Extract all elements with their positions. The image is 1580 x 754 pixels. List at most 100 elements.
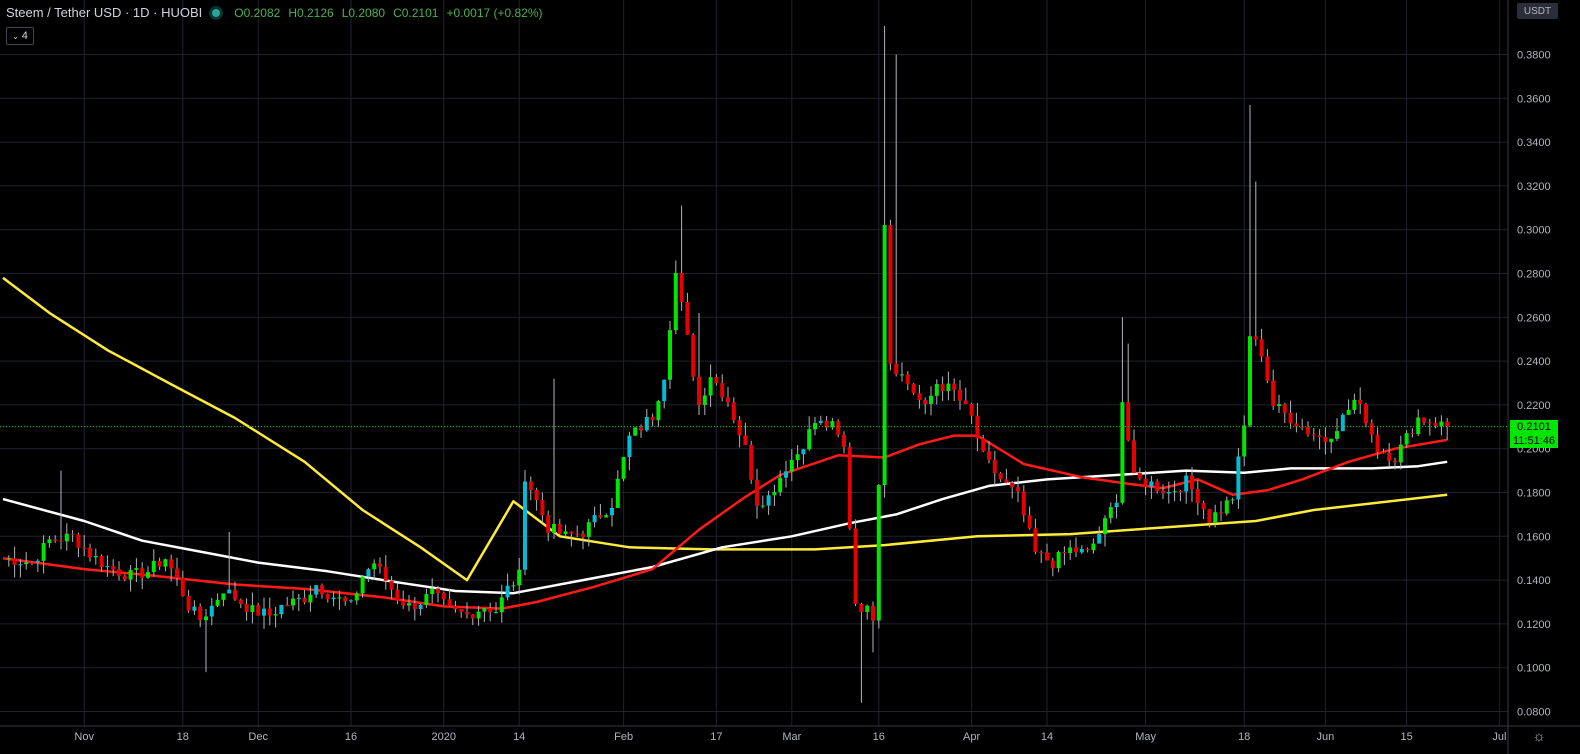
candle-up — [517, 569, 522, 586]
candle-down — [320, 585, 324, 595]
close-label: C — [393, 5, 402, 20]
candle-down — [470, 614, 475, 619]
candle-up — [18, 564, 23, 566]
candle-down — [575, 533, 580, 535]
candle-down — [1137, 472, 1142, 479]
candle-up — [105, 566, 110, 568]
symbol-title[interactable]: Steem / Tether USD · 1D · HUOBI — [6, 5, 202, 20]
candle-up — [708, 377, 713, 396]
time-tick-label: Mar — [782, 731, 801, 743]
candle-down — [1016, 487, 1020, 492]
candle-down — [1062, 551, 1067, 554]
candle-up — [1079, 549, 1084, 553]
candle-up — [134, 568, 139, 570]
candle-down — [546, 515, 551, 533]
candle-down — [412, 603, 417, 610]
candle-down — [737, 420, 742, 436]
candle-down — [436, 588, 440, 593]
candle-up — [586, 522, 591, 537]
indicators-toggle-button[interactable]: ⌄ 4 — [6, 27, 34, 45]
time-axis[interactable]: Nov 18 Dec 16 2020 14 Feb 17 Mar 16 Apr 14 May 18 Jun 1… — [0, 725, 1580, 743]
price-tick-label: 0.3600 — [1517, 93, 1551, 105]
candle-down — [99, 555, 104, 568]
candle-down — [743, 435, 748, 445]
price-tick-label: 0.1000 — [1517, 663, 1551, 675]
candle-up — [807, 429, 812, 450]
candle-up — [64, 533, 69, 542]
candle-down — [1190, 475, 1194, 490]
candle-down — [169, 559, 174, 569]
candle-up — [668, 330, 672, 380]
candle-down — [987, 451, 991, 460]
currency-button[interactable]: USDT — [1517, 3, 1558, 19]
candle-up — [296, 597, 301, 599]
candle-down — [639, 427, 643, 431]
candle-up — [900, 374, 904, 376]
candle-down — [1132, 440, 1136, 473]
candle-up — [1149, 481, 1154, 487]
time-tick-label: 16 — [345, 731, 357, 743]
candle-down — [453, 606, 458, 609]
candle-up — [1277, 404, 1281, 406]
candle-up — [929, 395, 933, 404]
candle-down — [1259, 339, 1264, 357]
candle-up — [656, 401, 661, 421]
candle-down — [1050, 560, 1055, 569]
candle-down — [76, 534, 81, 548]
candle-up — [151, 560, 156, 573]
candle-down — [871, 605, 875, 621]
candle-down — [726, 397, 730, 403]
candle-down — [888, 225, 893, 364]
candle-up — [1242, 425, 1247, 457]
change-value: +0.0017 (+0.82%) — [446, 5, 543, 20]
candle-down — [958, 389, 962, 401]
candle-down — [992, 459, 997, 474]
open-value: 0.2082 — [243, 5, 281, 20]
candle-down — [1126, 402, 1131, 441]
gear-icon[interactable]: ☼ — [1531, 729, 1547, 745]
price-axis[interactable]: 0.08000.10000.12000.14000.16000.18000.20… — [1507, 0, 1551, 754]
candle-up — [778, 477, 783, 493]
candle-up — [673, 273, 678, 331]
candle-up — [865, 605, 870, 612]
candle-down — [459, 608, 464, 612]
price-tick-label: 0.1600 — [1517, 531, 1551, 543]
candle-up — [163, 559, 168, 567]
candle-down — [1143, 478, 1148, 487]
candle-down — [1155, 481, 1160, 492]
candle-up — [1404, 433, 1409, 445]
time-tick-label: 14 — [1041, 731, 1053, 743]
candle-down — [598, 515, 603, 518]
candle-down — [847, 446, 852, 529]
candle-down — [1195, 489, 1200, 503]
candle-down — [70, 533, 75, 535]
candle-up — [366, 569, 371, 577]
candle-down — [940, 384, 945, 391]
candle-down — [401, 600, 406, 606]
candle-down — [198, 606, 203, 621]
candle-up — [1248, 336, 1252, 426]
candle-up — [499, 597, 504, 613]
candle-up — [41, 543, 46, 561]
candle-down — [1393, 460, 1397, 463]
candles — [6, 26, 1450, 703]
candle-down — [140, 568, 145, 578]
candle-up — [1068, 547, 1073, 554]
candle-down — [238, 599, 243, 604]
candle-up — [494, 612, 498, 614]
candle-down — [1364, 404, 1368, 424]
price-tick-label: 0.3400 — [1517, 137, 1551, 149]
candle-down — [1288, 412, 1293, 424]
candle-up — [1340, 414, 1345, 432]
candle-down — [1369, 423, 1374, 435]
candle-up — [204, 616, 208, 621]
candle-up — [760, 505, 765, 507]
time-tick-label: Feb — [614, 731, 633, 743]
time-tick-label: 16 — [873, 731, 885, 743]
candlestick-chart[interactable]: 0.0800 0.1000 0.1200 0.1400 0.1600 0.1800 0.20… — [0, 0, 1580, 754]
candle-down — [122, 575, 127, 580]
candle-down — [465, 611, 469, 615]
candle-down — [1265, 356, 1270, 381]
time-tick-label: Jul — [1492, 731, 1506, 743]
candle-down — [343, 597, 348, 602]
